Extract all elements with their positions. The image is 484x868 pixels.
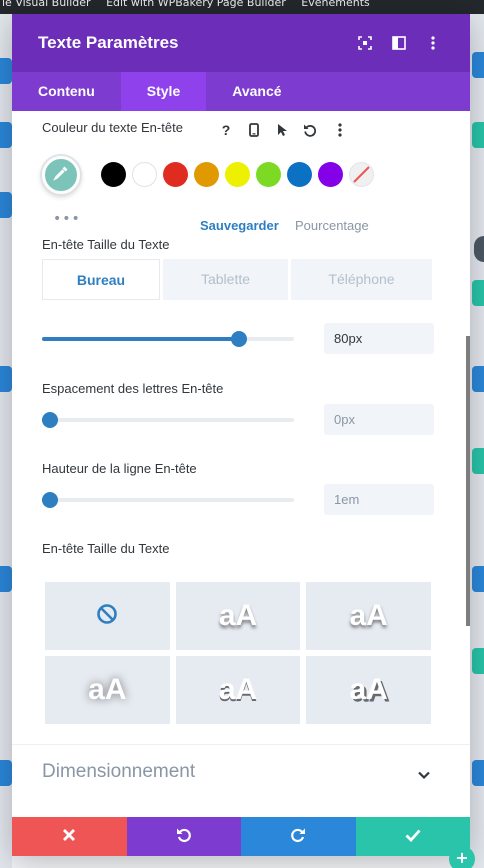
bg-module-handle [0,566,12,592]
bg-module-handle [0,192,12,218]
reset-icon[interactable] [300,120,320,140]
shadow-preset-1[interactable]: aA [175,582,301,650]
text-size-slider[interactable] [42,331,294,347]
modal-tabs: Contenu Style Avancé [12,72,470,111]
check-icon [405,827,421,846]
swatch-green[interactable] [256,162,281,187]
bg-module-handle [0,366,12,392]
letter-spacing-label: Espacement des lettres En-tête [42,381,224,396]
redo-button[interactable] [241,817,356,856]
bg-module-handle [0,122,12,148]
tab-avance[interactable]: Avancé [206,72,307,111]
undo-button[interactable] [126,817,241,856]
plus-icon: + [455,848,469,867]
add-module-button[interactable]: + [449,846,475,868]
redo-icon [290,827,306,847]
device-tab-tablet[interactable]: Tablette [163,259,288,300]
swatch-black[interactable] [101,162,126,187]
bg-module-handle [472,122,484,148]
line-height-input[interactable]: 1em [324,484,434,515]
bg-module-handle [474,236,484,262]
scrollbar[interactable] [466,336,470,626]
swatch-transparent[interactable] [349,162,374,187]
bg-module-handle [472,52,484,78]
settings-modal: Texte Paramètres Contenu Style Avancé Co… [12,14,470,856]
text-size-input[interactable]: 80px [324,323,434,354]
letter-spacing-input[interactable]: 0px [324,404,434,435]
shadow-preset-5[interactable]: aA [306,656,431,724]
text-color-label: Couleur du texte En-tête [42,120,183,135]
chevron-down-icon[interactable] [414,765,434,785]
more-vertical-icon[interactable] [422,32,444,54]
bg-module-handle [472,366,484,392]
modal-content[interactable]: Couleur du texte En-tête ? ••• Sauvegard… [12,111,470,817]
focus-icon[interactable] [354,32,376,54]
slider-handle[interactable] [230,331,247,347]
close-icon [62,827,76,846]
percentage-link[interactable]: Pourcentage [295,218,369,233]
line-height-label: Hauteur de la ligne En-tête [42,461,197,476]
mobile-icon[interactable] [244,120,264,140]
modal-title: Texte Paramètres [38,33,179,52]
wp-admin-bar: le Visual Builder Edit with WPBakery Pag… [0,0,484,14]
modal-footer [12,817,470,856]
swatch-orange[interactable] [194,162,219,187]
device-tab-desktop[interactable]: Bureau [42,259,160,300]
slider-handle[interactable] [41,412,58,428]
bg-module-handle [472,280,484,306]
dimension-section-toggle[interactable]: Dimensionnement [42,761,195,783]
admin-bar-item[interactable]: le Visual Builder [2,0,91,9]
line-height-slider[interactable] [41,492,294,508]
save-color-link[interactable]: Sauvegarder [200,218,279,233]
more-vertical-icon[interactable] [330,120,350,140]
shadow-preset-none[interactable] [45,582,170,650]
bg-module-handle [472,760,484,786]
discard-button[interactable] [12,817,127,856]
device-tab-phone[interactable]: Téléphone [291,259,432,300]
letter-spacing-slider[interactable] [41,412,294,428]
swatch-red[interactable] [163,162,188,187]
modal-header[interactable]: Texte Paramètres [12,14,470,72]
bg-module-handle [472,566,484,592]
text-size-label: En-tête Taille du Texte [42,237,170,252]
bg-module-handle [472,648,484,674]
tab-contenu[interactable]: Contenu [12,72,121,111]
admin-bar-item[interactable]: Evénements [301,0,369,9]
help-icon[interactable]: ? [216,120,236,140]
color-picker-button[interactable] [42,156,80,194]
swatch-blue[interactable] [287,162,312,187]
text-shadow-label: En-tête Taille du Texte [42,541,170,556]
bg-module-handle [472,448,484,474]
shadow-preset-2[interactable]: aA [306,582,431,650]
undo-icon [176,827,192,847]
eyedropper-icon [52,164,70,186]
no-shadow-icon [96,599,118,633]
bg-module-handle [0,58,12,84]
more-colors-button[interactable]: ••• [53,211,81,227]
text-shadow-presets: aA aA aA aA aA [45,582,431,724]
shadow-preset-4[interactable]: aA [175,656,301,724]
shadow-preset-3[interactable]: aA [45,656,170,724]
section-divider [12,744,470,745]
swatch-white[interactable] [132,162,157,187]
bg-module-handle [0,760,12,786]
slider-handle[interactable] [41,492,58,508]
admin-bar-item[interactable]: Edit with WPBakery Page Builder [106,0,286,9]
device-tabs: Bureau Tablette Téléphone [42,259,434,300]
pointer-icon[interactable] [272,120,292,140]
swatch-yellow[interactable] [225,162,250,187]
slider-fill [42,337,239,341]
tab-style[interactable]: Style [120,72,207,111]
swatch-purple[interactable] [318,162,343,187]
split-view-icon[interactable] [388,32,410,54]
